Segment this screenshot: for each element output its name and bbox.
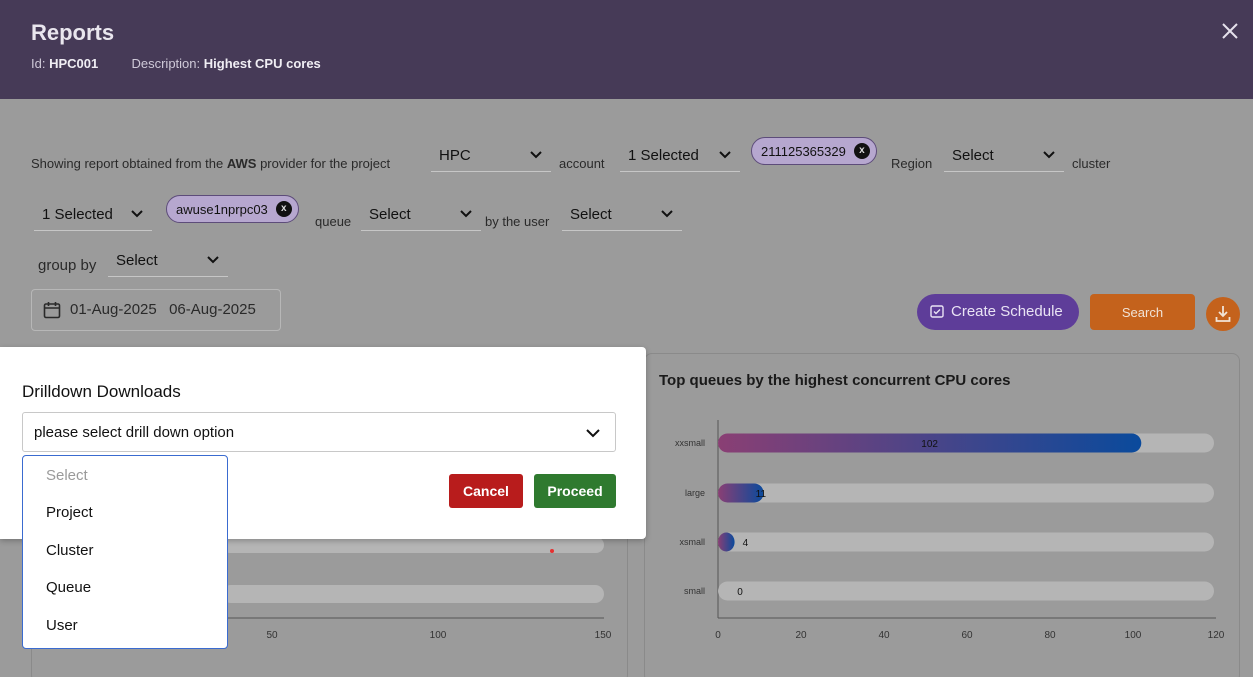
drilldown-dropdown: Select Project Cluster Queue User (22, 455, 228, 649)
dropdown-option-select[interactable]: Select (46, 467, 88, 484)
modal-title: Drilldown Downloads (22, 382, 181, 401)
value-label: 0 (737, 587, 743, 598)
queues-bar-chart: xxsmall 102 large 11 xsmall 4 small 0 0 20 40 60 80 1… (675, 420, 1225, 641)
tick-label: 100 (1125, 630, 1142, 641)
tick-label: 100 (430, 630, 447, 641)
chevron-down-icon (460, 210, 472, 218)
queue-label: queue (315, 214, 352, 229)
user-label: by the user (485, 214, 550, 229)
bar-track (718, 532, 1214, 552)
remove-chip-icon[interactable]: x (275, 201, 292, 217)
description-label: Description: (131, 56, 201, 71)
tick-label: 50 (266, 630, 278, 641)
bar-track (222, 537, 604, 553)
date-range-picker[interactable]: 01-Aug-2025 06-Aug-2025 (31, 289, 281, 331)
region-select[interactable]: Select (944, 138, 1064, 172)
account-label: account (559, 156, 605, 171)
tick-label: 20 (795, 630, 807, 641)
chevron-down-icon (530, 151, 542, 159)
date-end: 06-Aug-2025 (169, 301, 256, 318)
account-select[interactable]: 1 Selected (620, 138, 740, 172)
dropdown-option-queue[interactable]: Queue (46, 579, 91, 596)
chevron-down-icon (1043, 151, 1055, 159)
drilldown-select[interactable]: please select drill down option (22, 412, 616, 452)
chevron-down-icon (719, 151, 731, 159)
report-meta: Id: HPC001 Description: Highest CPU core… (31, 56, 321, 71)
dropdown-option-user[interactable]: User (46, 617, 78, 634)
search-button[interactable]: Search (1090, 294, 1195, 330)
category-label: large (685, 488, 705, 498)
remove-chip-icon[interactable]: x (853, 143, 870, 159)
groupby-select[interactable]: Select (108, 243, 228, 277)
chevron-down-icon (207, 256, 219, 264)
dropdown-option-cluster[interactable]: Cluster (46, 542, 94, 559)
bar-track (718, 581, 1214, 601)
tick-label: 60 (961, 630, 973, 641)
queue-select[interactable]: Select (361, 197, 481, 231)
chevron-down-icon (586, 429, 600, 438)
provider-name: AWS (226, 156, 257, 171)
bar-xsmall (718, 532, 735, 552)
category-label: xsmall (679, 537, 705, 547)
region-label: Region (891, 156, 933, 171)
right-chart-panel: Top queues by the highest concurrent CPU… (644, 353, 1240, 677)
chevron-down-icon (661, 210, 673, 218)
category-label: xxsmall (675, 438, 705, 448)
id-label: Id: (31, 56, 46, 71)
report-header: Reports Id: HPC001 Description: Highest … (0, 0, 1253, 99)
tick-label: 120 (1208, 630, 1225, 641)
chevron-down-icon (131, 210, 143, 218)
dropdown-option-project[interactable]: Project (46, 504, 93, 521)
cluster-select[interactable]: 1 Selected (34, 197, 152, 231)
marker-dot (550, 549, 554, 553)
tick-label: 80 (1044, 630, 1056, 641)
tick-label: 150 (595, 630, 612, 641)
date-start: 01-Aug-2025 (70, 301, 157, 318)
value-label: 4 (743, 538, 749, 549)
groupby-label: group by (38, 257, 97, 274)
filter-intro: Showing report obtained from the AWS pro… (31, 156, 391, 171)
value-label: 11 (756, 489, 767, 500)
category-label: small (684, 586, 705, 596)
calendar-check-icon (930, 305, 944, 318)
cancel-button[interactable]: Cancel (449, 474, 523, 508)
id-value: HPC001 (49, 56, 99, 71)
page-title: Reports (31, 20, 115, 45)
calendar-icon (43, 302, 61, 319)
tick-label: 0 (715, 630, 721, 641)
description-value: Highest CPU cores (203, 56, 321, 71)
download-button[interactable] (1206, 297, 1240, 331)
cluster-label: cluster (1072, 156, 1111, 171)
download-icon (1215, 306, 1231, 322)
project-select[interactable]: HPC (431, 138, 551, 172)
bar-track (222, 585, 604, 603)
account-chip: 211125365329 x (751, 137, 877, 165)
user-select[interactable]: Select (562, 197, 682, 231)
tick-label: 40 (878, 630, 890, 641)
cluster-chip: awuse1nprpc03 x (166, 195, 299, 223)
value-label: 102 (921, 439, 938, 450)
proceed-button[interactable]: Proceed (534, 474, 616, 508)
bar-track (718, 483, 1214, 503)
create-schedule-button[interactable]: Create Schedule (917, 294, 1079, 330)
close-icon[interactable] (1217, 18, 1243, 44)
